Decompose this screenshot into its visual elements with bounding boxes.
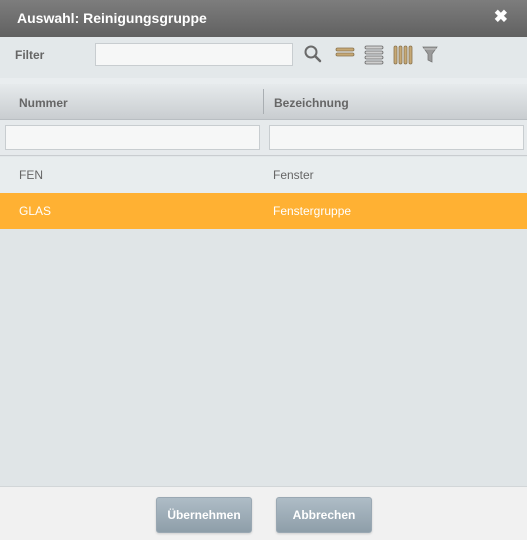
- compact-rows-icon[interactable]: [334, 43, 356, 67]
- dialog-titlebar: Auswahl: Reinigungsgruppe ✖: [0, 0, 527, 37]
- cell-nummer: GLAS: [19, 204, 52, 218]
- cancel-button[interactable]: Abbrechen: [276, 497, 372, 533]
- column-divider[interactable]: [263, 89, 264, 114]
- confirm-button[interactable]: Übernehmen: [156, 497, 252, 533]
- dialog-footer: Übernehmen Abbrechen: [0, 486, 527, 540]
- column-header-bezeichnung[interactable]: Bezeichnung: [274, 96, 349, 110]
- table-row[interactable]: FEN Fenster: [0, 157, 527, 193]
- columns-icon[interactable]: [392, 43, 414, 67]
- filter-label: Filter: [15, 48, 45, 62]
- dialog-title: Auswahl: Reinigungsgruppe: [17, 10, 207, 26]
- table-body: FEN Fenster GLAS Fenstergruppe: [0, 157, 527, 486]
- nummer-filter-input[interactable]: [5, 125, 260, 150]
- expanded-rows-icon[interactable]: [363, 43, 385, 67]
- selection-dialog: Auswahl: Reinigungsgruppe ✖ Filter Numme…: [0, 0, 527, 540]
- filter-icon[interactable]: [420, 43, 442, 67]
- search-icon[interactable]: [303, 43, 325, 67]
- bezeichnung-filter-input[interactable]: [269, 125, 524, 150]
- column-header-nummer[interactable]: Nummer: [19, 96, 68, 110]
- table-header: Nummer Bezeichnung: [0, 84, 527, 120]
- filter-bar: Filter: [0, 37, 527, 78]
- close-icon[interactable]: ✖: [494, 8, 508, 26]
- cell-bezeichnung: Fenstergruppe: [273, 204, 352, 218]
- filter-input[interactable]: [95, 43, 293, 66]
- cell-nummer: FEN: [19, 168, 43, 182]
- table-row-selected[interactable]: GLAS Fenstergruppe: [0, 193, 527, 229]
- column-filter-row: [0, 120, 527, 156]
- cell-bezeichnung: Fenster: [273, 168, 314, 182]
